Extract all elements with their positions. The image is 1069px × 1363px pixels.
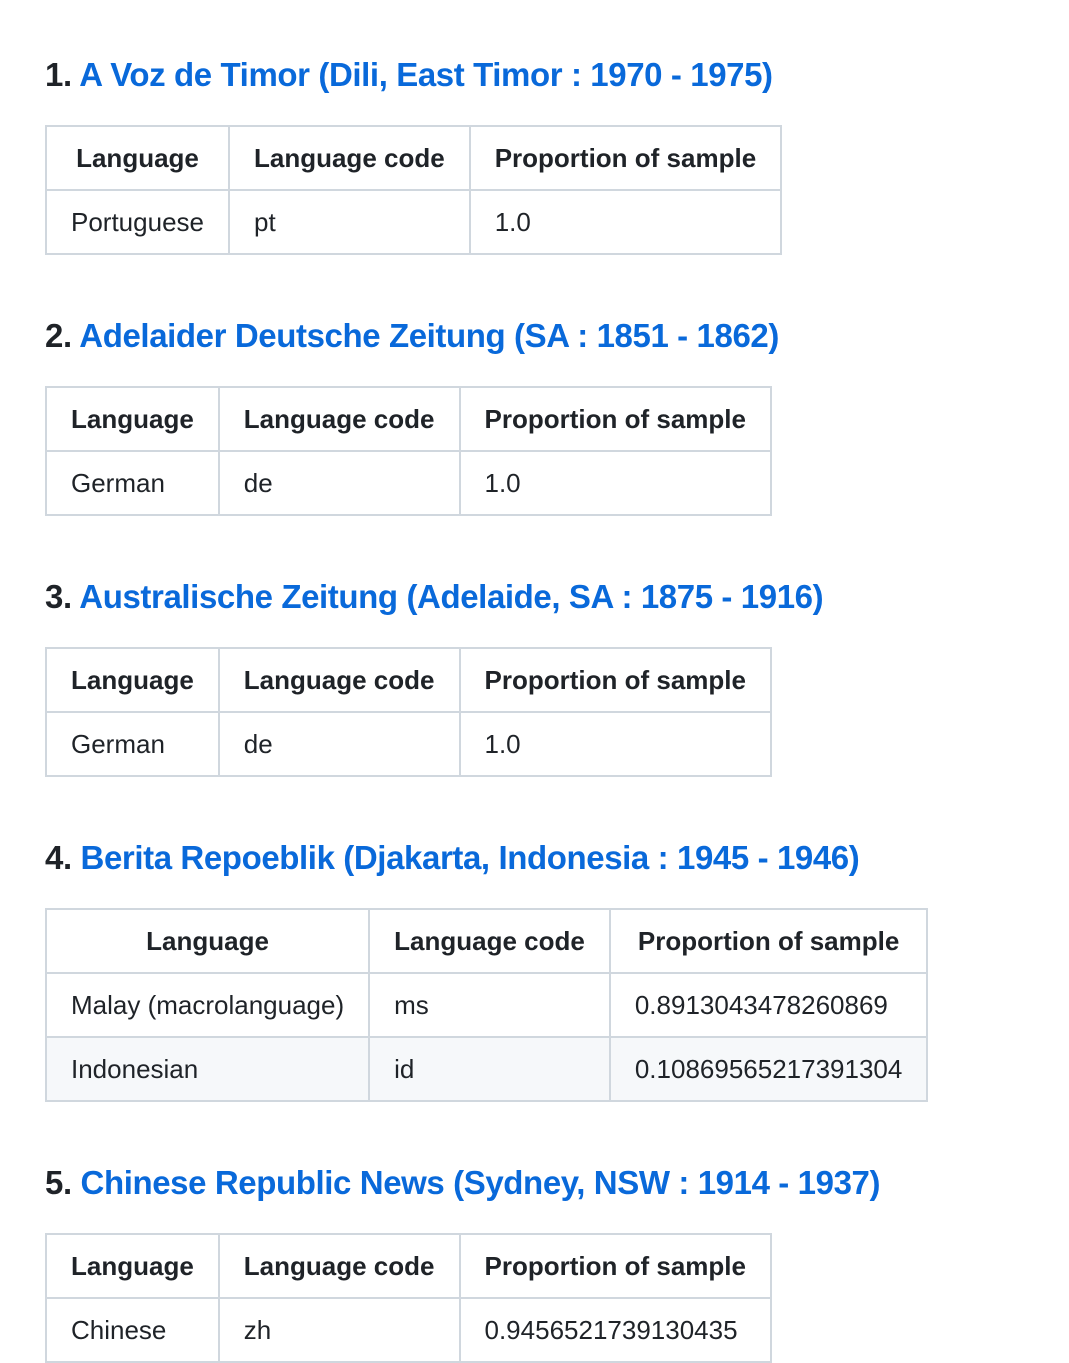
language-column-header: Language [45,125,230,191]
table-header-row: Language Language code Proportion of sampl… [45,1233,772,1299]
language-code-cell: pt [227,189,471,255]
section-heading: 2. Adelaider Deutsche Zeitung (SA : 1851… [45,301,1069,371]
table-row: Malay (macrolanguage) ms 0.891304347826086… [44,972,929,1038]
section-number: 4. [45,839,72,876]
proportion-column-header: Proportion of sample [458,386,772,452]
language-table: Language Language code Proportion of sampl… [45,386,772,516]
language-code-cell: id [368,1036,611,1102]
newspaper-section: 5. Chinese Republic News (Sydney, NSW : … [45,1148,1069,1363]
newspaper-section: 4. Berita Repoeblik (Djakarta, Indonesia… [44,823,1069,1102]
section-heading: 3. Australische Zeitung (Adelaide, SA : … [45,562,1069,632]
section-number: 1. [45,56,72,93]
language-column-header: Language [45,1233,220,1299]
proportion-column-header: Proportion of sample [458,647,772,713]
table-row: German de 1.0 [45,711,772,777]
language-code-cell: zh [217,1297,461,1363]
proportion-column-header: Proportion of sample [608,908,929,974]
section-number: 3. [45,578,72,615]
newspaper-title-link[interactable]: Chinese Republic News (Sydney, NSW : 191… [81,1164,881,1201]
language-table: Language Language code Proportion of sampl… [45,1233,772,1363]
section-heading: 5. Chinese Republic News (Sydney, NSW : … [45,1148,1069,1218]
newspaper-title-link[interactable]: Berita Repoeblik (Djakarta, Indonesia : … [81,839,860,876]
proportion-cell: 1.0 [468,189,783,255]
section-number: 2. [45,317,72,354]
language-table: Language Language code Proportion of sampl… [45,125,783,255]
newspaper-section: 3. Australische Zeitung (Adelaide, SA : … [45,562,1069,777]
page-content: 1. A Voz de Timor (Dili, East Timor : 19… [0,0,1069,1363]
table-row: German de 1.0 [45,450,772,516]
section-number: 5. [45,1164,72,1201]
language-code-cell: ms [368,972,611,1038]
language-table: Language Language code Proportion of sampl… [44,908,929,1102]
table-header-row: Language Language code Proportion of sampl… [45,125,783,191]
language-code-column-header: Language code [217,647,461,713]
language-table: Language Language code Proportion of sampl… [45,647,772,777]
table-row: Portuguese pt 1.0 [45,189,783,255]
table-header-row: Language Language code Proportion of sampl… [44,908,929,974]
language-cell: Portuguese [45,189,230,255]
language-column-header: Language [44,908,371,974]
language-column-header: Language [45,647,220,713]
language-cell: Malay (macrolanguage) [44,972,371,1038]
language-code-column-header: Language code [217,386,461,452]
proportion-column-header: Proportion of sample [458,1233,772,1299]
language-cell: Chinese [45,1297,220,1363]
language-cell: German [45,711,220,777]
language-code-cell: de [217,450,461,516]
section-heading: 4. Berita Repoeblik (Djakarta, Indonesia… [45,823,1069,893]
newspaper-title-link[interactable]: Australische Zeitung (Adelaide, SA : 187… [79,578,823,615]
proportion-cell: 1.0 [458,711,772,777]
newspaper-section: 1. A Voz de Timor (Dili, East Timor : 19… [45,40,1069,255]
language-code-column-header: Language code [368,908,611,974]
proportion-column-header: Proportion of sample [468,125,783,191]
proportion-cell: 0.8913043478260869 [608,972,929,1038]
language-code-column-header: Language code [217,1233,461,1299]
language-column-header: Language [45,386,220,452]
proportion-cell: 0.9456521739130435 [458,1297,772,1363]
table-row: Chinese zh 0.9456521739130435 [45,1297,772,1363]
table-header-row: Language Language code Proportion of sampl… [45,647,772,713]
section-heading: 1. A Voz de Timor (Dili, East Timor : 19… [45,40,1069,110]
language-cell: Indonesian [44,1036,371,1102]
language-code-cell: de [217,711,461,777]
newspaper-section: 2. Adelaider Deutsche Zeitung (SA : 1851… [45,301,1069,516]
table-header-row: Language Language code Proportion of sampl… [45,386,772,452]
proportion-cell: 0.10869565217391304 [608,1036,929,1102]
newspaper-title-link[interactable]: A Voz de Timor (Dili, East Timor : 1970 … [79,56,773,93]
newspaper-title-link[interactable]: Adelaider Deutsche Zeitung (SA : 1851 - … [79,317,779,354]
language-code-column-header: Language code [227,125,471,191]
proportion-cell: 1.0 [458,450,772,516]
language-cell: German [45,450,220,516]
table-row: Indonesian id 0.10869565217391304 [44,1036,929,1102]
